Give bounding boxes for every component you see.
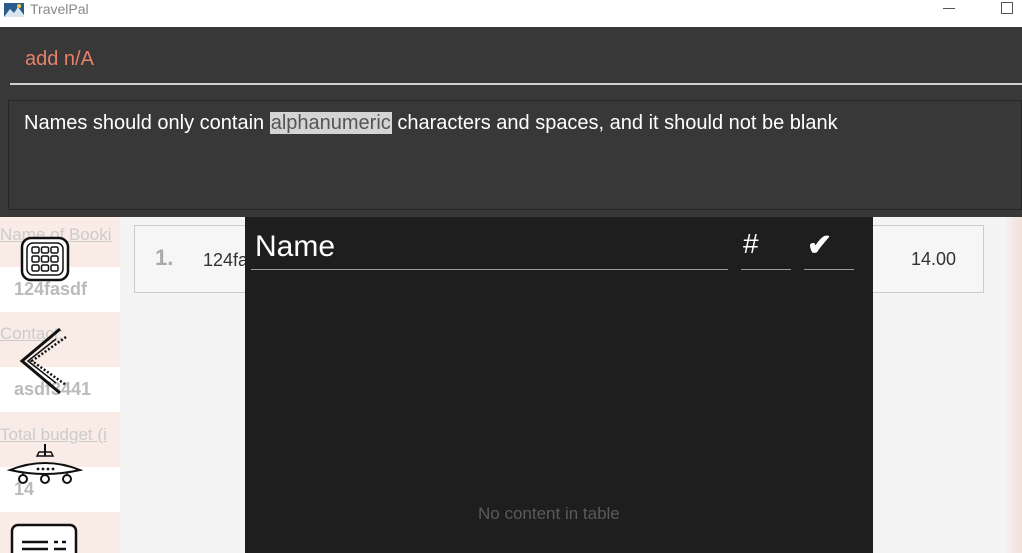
command-box [0, 27, 1022, 97]
column-underline-check [804, 269, 854, 270]
minimize-button[interactable] [943, 8, 955, 9]
booking-name: 124fa [203, 250, 249, 270]
command-input[interactable]: add n/A [25, 48, 94, 71]
window-titlebar: TravelPal [0, 0, 1022, 27]
back-arrow-icon[interactable] [16, 325, 74, 397]
result-text-highlight: alphanumeric [269, 112, 392, 134]
calculator-icon[interactable] [18, 234, 72, 284]
column-underline-name [251, 269, 728, 270]
result-message: Names should only contain alphanumeric c… [24, 112, 838, 135]
window-title: TravelPal [30, 1, 89, 17]
command-input-underline [10, 83, 1022, 85]
airplane-icon[interactable] [6, 442, 84, 486]
budget-table-popup [245, 217, 873, 553]
document-icon[interactable] [10, 522, 80, 553]
result-text-before: Names should only contain [24, 112, 270, 134]
booking-index: 1. [155, 245, 174, 270]
right-panel-edge [1002, 217, 1022, 553]
column-header-number[interactable]: # [743, 228, 759, 260]
booking-amount: 14.00 [911, 249, 957, 269]
maximize-button[interactable] [1001, 2, 1013, 14]
column-header-check[interactable]: ✔ [807, 228, 832, 263]
column-underline-number [741, 269, 791, 270]
empty-table-message: No content in table [478, 504, 620, 523]
result-text-after: characters and spaces, and it should not… [391, 112, 838, 134]
app-logo-icon [4, 3, 24, 17]
column-header-name[interactable]: Name [255, 230, 335, 264]
